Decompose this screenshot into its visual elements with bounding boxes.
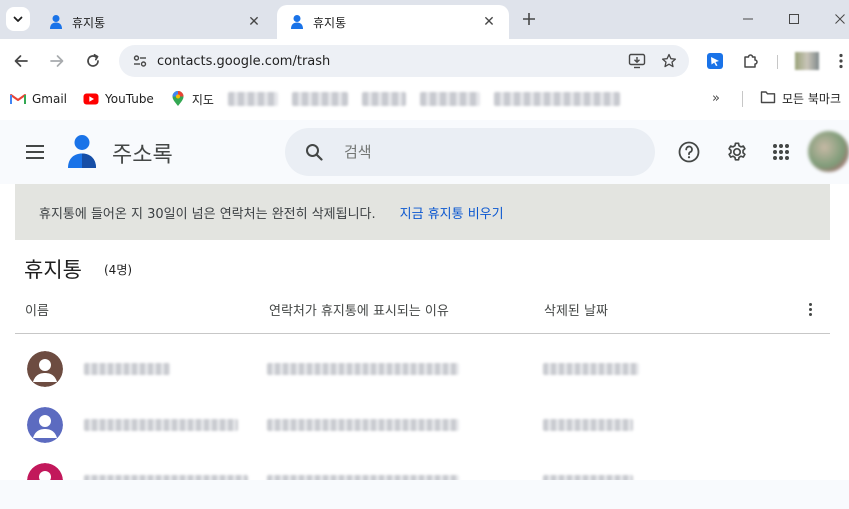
maps-icon — [170, 91, 186, 107]
tab-trash-2[interactable]: 휴지통 ✕ — [277, 5, 509, 39]
bookmark-label: YouTube — [105, 92, 154, 106]
contact-count: (4명) — [104, 263, 133, 277]
contact-date-redacted — [543, 419, 633, 431]
bookmark-maps[interactable]: 지도 — [170, 91, 214, 108]
settings-button[interactable] — [725, 140, 749, 164]
extensions-puzzle-icon[interactable] — [739, 49, 763, 73]
maximize-icon — [789, 14, 799, 24]
person-avatar-icon — [27, 463, 63, 480]
contacts-favicon-icon — [48, 14, 64, 30]
new-tab-button[interactable] — [518, 8, 540, 30]
reload-button[interactable] — [81, 49, 105, 73]
bookmark-folder-label: 모든 북마크 — [782, 92, 842, 106]
help-icon — [678, 141, 700, 163]
column-header-reason[interactable]: 연락처가 휴지통에 표시되는 이유 — [269, 300, 449, 319]
app-name[interactable]: 주소록 — [112, 137, 173, 169]
search-input[interactable] — [344, 143, 624, 161]
youtube-icon — [83, 91, 99, 107]
apps-grid-icon — [773, 144, 789, 160]
window-close-button[interactable] — [826, 6, 849, 32]
forward-button[interactable] — [45, 49, 69, 73]
bookmark-redacted[interactable] — [419, 92, 480, 106]
close-icon[interactable]: ✕ — [481, 14, 497, 30]
main-menu-button[interactable] — [23, 140, 47, 164]
maximize-button[interactable] — [780, 6, 808, 32]
url-text[interactable]: contacts.google.com/trash — [157, 54, 625, 69]
header-divider — [15, 333, 830, 334]
banner-message: 휴지통에 들어온 지 30일이 넘은 연락처는 완전히 삭제됩니다. — [39, 206, 376, 222]
gmail-icon — [10, 91, 26, 107]
contacts-favicon-icon — [289, 14, 305, 30]
tab-strip: 휴지통 ✕ 휴지통 ✕ — [0, 0, 849, 39]
tab-search-button[interactable] — [6, 7, 30, 31]
app-header: 주소록 — [0, 120, 849, 184]
install-app-icon[interactable] — [625, 49, 649, 73]
menu-icon — [26, 145, 44, 147]
empty-trash-link[interactable]: 지금 휴지통 비우기 — [400, 203, 504, 222]
star-icon[interactable] — [657, 49, 681, 73]
bookmark-redacted[interactable] — [291, 92, 348, 106]
tab-trash-1[interactable]: 휴지통 ✕ — [36, 5, 274, 39]
search-icon[interactable] — [302, 140, 326, 164]
help-button[interactable] — [677, 140, 701, 164]
toolbar-divider — [777, 55, 778, 69]
arrow-right-icon — [50, 55, 64, 67]
table-row[interactable] — [15, 341, 830, 397]
bookmark-redacted[interactable] — [227, 92, 278, 106]
page-title: 휴지통 — [24, 258, 82, 282]
avatar — [27, 463, 63, 480]
all-bookmarks-folder[interactable]: 모든 북마크 — [760, 90, 841, 107]
contact-name-redacted — [84, 419, 238, 431]
bookmark-youtube[interactable]: YouTube — [83, 91, 154, 107]
bookmark-redacted[interactable] — [361, 92, 406, 106]
search-bar[interactable] — [285, 128, 655, 176]
reload-icon — [87, 53, 99, 67]
bookmark-label: Gmail — [32, 92, 68, 106]
contacts-logo-icon[interactable] — [66, 134, 98, 170]
page-footer-area — [0, 480, 849, 509]
table-row[interactable] — [15, 453, 830, 480]
bookmark-gmail[interactable]: Gmail — [10, 91, 67, 107]
plus-icon — [523, 13, 535, 25]
apps-button[interactable] — [769, 140, 793, 164]
minimize-button[interactable] — [734, 6, 762, 32]
folder-icon — [760, 90, 776, 107]
contact-reason-redacted — [267, 419, 459, 431]
bookmarks-bar: Gmail YouTube 지도 » 모든 북마크 — [0, 84, 849, 114]
profile-avatar[interactable] — [795, 52, 819, 70]
bookmarks-divider — [742, 91, 743, 107]
person-avatar-icon — [27, 351, 63, 387]
address-bar[interactable]: contacts.google.com/trash — [119, 45, 689, 77]
minimize-icon — [743, 18, 753, 20]
table-row[interactable] — [15, 397, 830, 453]
close-icon[interactable]: ✕ — [246, 14, 262, 30]
browser-toolbar: contacts.google.com/trash — [0, 39, 849, 84]
bookmarks-overflow-button[interactable]: » — [712, 91, 720, 106]
column-header-name[interactable]: 이름 — [25, 300, 49, 319]
extension-cast-icon[interactable] — [703, 49, 727, 73]
person-avatar-icon — [27, 407, 63, 443]
chevron-down-icon — [13, 16, 23, 22]
contact-name-redacted — [84, 363, 170, 375]
contact-date-redacted — [543, 363, 639, 375]
site-info-icon[interactable] — [125, 53, 155, 69]
avatar — [27, 351, 63, 387]
contact-reason-redacted — [267, 363, 459, 375]
trash-info-banner: 휴지통에 들어온 지 30일이 넘은 연락처는 완전히 삭제됩니다. 지금 휴지… — [15, 184, 830, 240]
close-icon — [835, 14, 845, 24]
gear-icon — [728, 142, 746, 161]
account-avatar[interactable] — [808, 131, 849, 172]
arrow-left-icon — [14, 55, 28, 67]
avatar — [27, 407, 63, 443]
more-vert-icon[interactable] — [829, 49, 849, 73]
tab-title: 휴지통 — [313, 15, 347, 30]
column-header-deleted-date[interactable]: 삭제된 날짜 — [544, 300, 608, 319]
bookmark-redacted[interactable] — [493, 92, 620, 106]
back-button[interactable] — [9, 49, 33, 73]
bookmark-label: 지도 — [191, 92, 214, 107]
tab-title: 휴지통 — [72, 15, 106, 30]
more-vert-icon[interactable] — [800, 298, 820, 320]
